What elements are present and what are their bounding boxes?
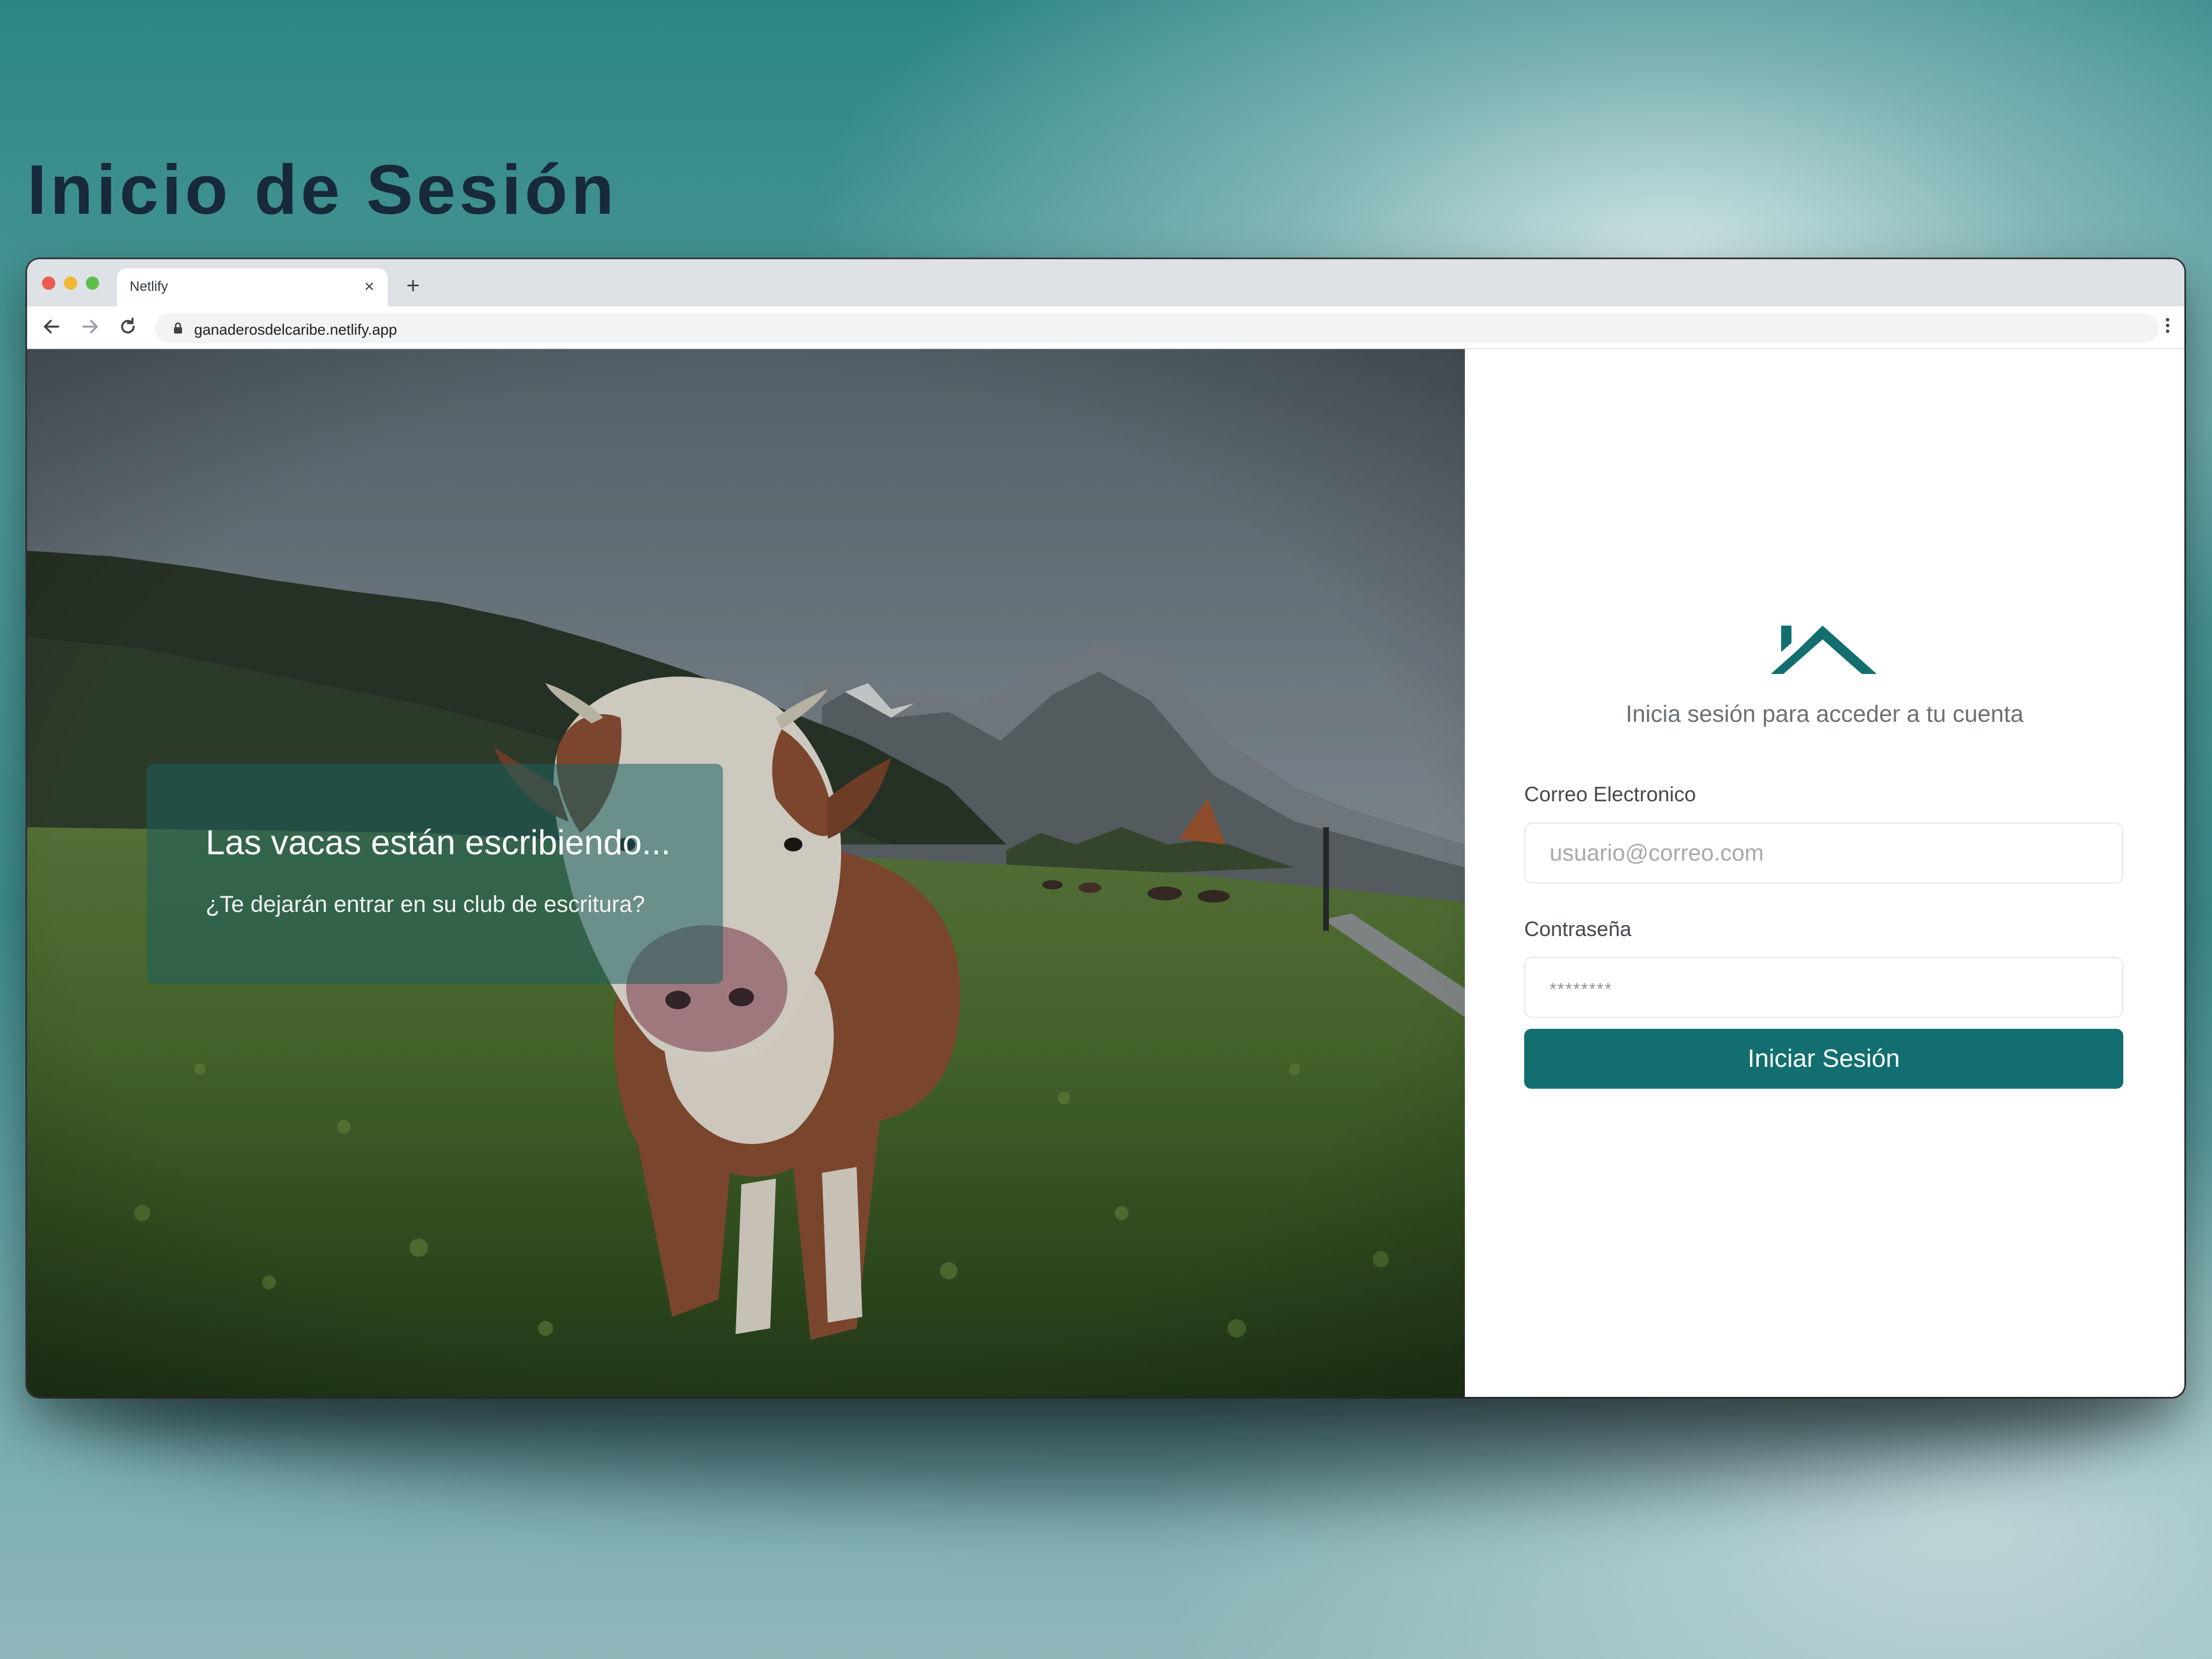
maximize-window-button[interactable] xyxy=(86,276,99,290)
close-window-button[interactable] xyxy=(42,276,55,290)
address-bar[interactable]: ganaderosdelcaribe.netlify.app xyxy=(155,313,2158,343)
browser-toolbar: ganaderosdelcaribe.netlify.app xyxy=(27,306,2184,349)
hero-title: Las vacas están escribiendo... xyxy=(206,823,671,862)
url-text: ganaderosdelcaribe.netlify.app xyxy=(194,321,397,338)
password-label: Contraseña xyxy=(1524,917,1632,941)
lock-icon xyxy=(171,321,185,335)
reload-icon[interactable] xyxy=(115,313,141,340)
arrow-left-icon[interactable] xyxy=(39,313,65,340)
password-field[interactable] xyxy=(1524,957,2123,1018)
hero-subtitle: ¿Te dejarán entrar en su club de escritu… xyxy=(206,892,645,917)
new-tab-button[interactable]: + xyxy=(402,274,425,297)
house-roof-logo-icon xyxy=(1771,626,1877,683)
tab-strip: Netlify × + xyxy=(27,259,2184,306)
tab-title: Netlify xyxy=(130,279,168,294)
arrow-right-icon[interactable] xyxy=(77,313,103,340)
page-title: Inicio de Sesión xyxy=(27,150,618,229)
hero-image: Las vacas están escribiendo... ¿Te dejar… xyxy=(27,349,1465,1397)
login-panel: Inicia sesión para acceder a tu cuenta C… xyxy=(1465,349,2184,1397)
page-content: Las vacas están escribiendo... ¿Te dejar… xyxy=(27,349,2184,1397)
tab-netlify[interactable]: Netlify × xyxy=(117,268,388,306)
hero-message-card: Las vacas están escribiendo... ¿Te dejar… xyxy=(147,764,723,984)
email-field[interactable] xyxy=(1524,823,2123,884)
login-button[interactable]: Iniciar Sesión xyxy=(1524,1029,2123,1089)
login-subtitle: Inicia sesión para acceder a tu cuenta xyxy=(1626,700,2024,727)
email-label: Correo Electronico xyxy=(1524,782,1696,806)
minimize-window-button[interactable] xyxy=(64,276,77,290)
tab-close-icon[interactable]: × xyxy=(359,276,380,297)
kebab-menu-icon[interactable] xyxy=(2164,316,2172,339)
browser-window: Netlify × + ganaderosdelcaribe.netlify.a… xyxy=(27,259,2184,1397)
